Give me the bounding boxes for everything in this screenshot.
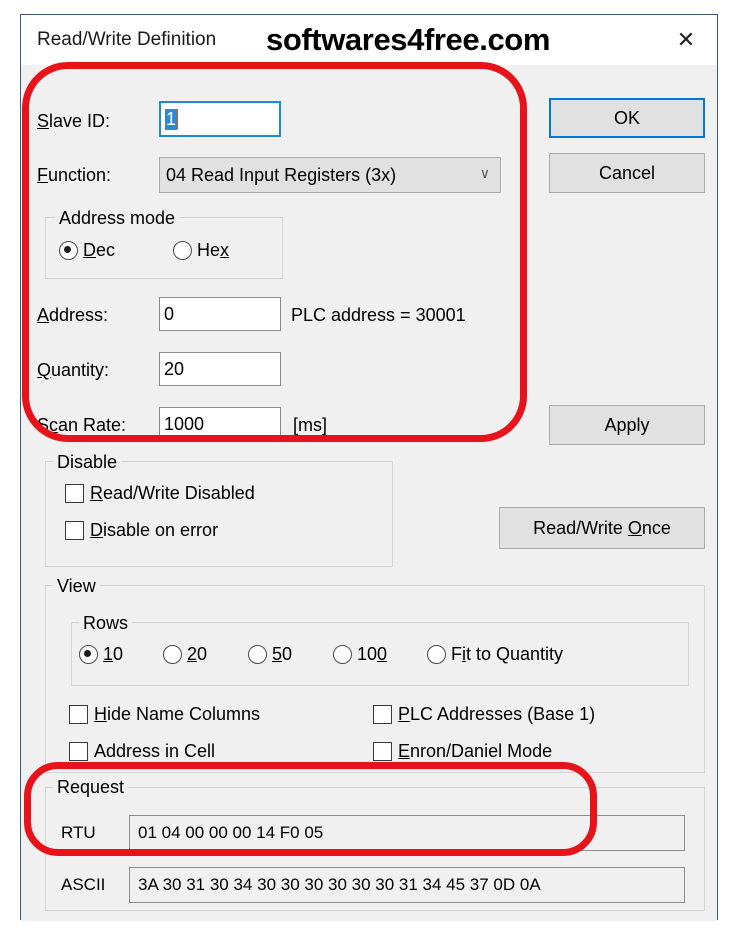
radio-dot-icon <box>163 645 182 664</box>
checkbox-plc-addresses-label: PLC Addresses (Base 1) <box>398 704 596 724</box>
radio-rows-10[interactable]: 10 <box>79 644 123 665</box>
read-write-once-button[interactable]: Read/Write Once <box>499 507 705 549</box>
radio-dot-icon <box>59 241 78 260</box>
scan-rate-input[interactable]: 1000 <box>159 407 281 441</box>
checkbox-disable-on-error-label: Disable on error <box>90 520 219 540</box>
checkbox-disable-on-error[interactable]: Disable on error <box>65 520 218 541</box>
disable-group-title: Disable <box>53 452 122 473</box>
checkbox-box-icon <box>69 705 88 724</box>
radio-rows-20-label: 20 <box>187 644 208 664</box>
slave-id-input[interactable]: 1 <box>159 101 281 137</box>
quantity-input[interactable]: 20 <box>159 352 281 386</box>
radio-rows-10-label: 10 <box>103 644 124 664</box>
radio-address-mode-dec[interactable]: Dec <box>59 240 115 261</box>
title-bar: Read/Write Definition softwares4free.com… <box>21 15 717 65</box>
radio-rows-20[interactable]: 20 <box>163 644 207 665</box>
function-select[interactable]: 04 Read Input Registers (3x) ∨ <box>159 157 501 193</box>
radio-rows-50-label: 50 <box>272 644 293 664</box>
radio-address-mode-hex[interactable]: Hex <box>173 240 229 261</box>
plc-address-hint: PLC address = 30001 <box>291 305 466 325</box>
rtu-field[interactable]: 01 04 00 00 00 14 F0 05 <box>129 815 685 851</box>
checkbox-address-in-cell[interactable]: Address in Cell <box>69 741 215 762</box>
slave-id-label: Slave ID: <box>37 111 111 131</box>
radio-rows-50[interactable]: 50 <box>248 644 292 665</box>
address-label: Address: <box>37 305 109 325</box>
address-mode-group-title: Address mode <box>55 208 180 229</box>
close-icon[interactable]: ✕ <box>663 23 709 57</box>
checkbox-plc-addresses[interactable]: PLC Addresses (Base 1) <box>373 704 595 725</box>
quantity-value: 20 <box>164 358 185 379</box>
scan-rate-label: Scan Rate: <box>37 415 127 435</box>
slave-id-value: 1 <box>165 108 178 130</box>
function-label: Function: <box>37 165 112 185</box>
watermark-text: softwares4free.com <box>266 22 550 57</box>
dialog-body: Slave ID: 1 Function: 04 Read Input Regi… <box>21 65 717 921</box>
checkbox-box-icon <box>69 742 88 761</box>
apply-button[interactable]: Apply <box>549 405 705 445</box>
function-selected-value: 04 Read Input Registers (3x) <box>166 164 397 185</box>
radio-rows-100-label: 100 <box>357 644 388 664</box>
radio-hex-label: Hex <box>197 240 230 260</box>
checkbox-box-icon <box>65 484 84 503</box>
radio-rows-100[interactable]: 100 <box>333 644 387 665</box>
rtu-value: 01 04 00 00 00 14 F0 05 <box>138 823 324 842</box>
radio-rows-fit-to-quantity[interactable]: Fit to Quantity <box>427 644 563 665</box>
radio-dot-icon <box>173 241 192 260</box>
checkbox-enron-daniel-mode[interactable]: Enron/Daniel Mode <box>373 741 552 762</box>
checkbox-read-write-disabled[interactable]: Read/Write Disabled <box>65 483 255 504</box>
read-write-once-label: Read/Write Once <box>533 517 671 538</box>
ascii-field[interactable]: 3A 30 31 30 34 30 30 30 30 30 30 31 34 4… <box>129 867 685 903</box>
quantity-label: Quantity: <box>37 360 110 380</box>
scan-rate-unit: [ms] <box>293 415 327 435</box>
request-group-title: Request <box>53 777 129 798</box>
ascii-label: ASCII <box>61 875 106 894</box>
rtu-label: RTU <box>61 823 96 842</box>
scan-rate-value: 1000 <box>164 413 205 434</box>
address-value: 0 <box>164 303 175 324</box>
checkbox-hide-name-columns[interactable]: Hide Name Columns <box>69 704 260 725</box>
checkbox-read-write-disabled-label: Read/Write Disabled <box>90 483 255 503</box>
chevron-down-icon: ∨ <box>479 164 490 181</box>
radio-dec-label: Dec <box>83 240 116 260</box>
checkbox-box-icon <box>373 705 392 724</box>
rows-group-title: Rows <box>79 613 133 634</box>
address-input[interactable]: 0 <box>159 297 281 331</box>
radio-dot-icon <box>248 645 267 664</box>
radio-dot-icon <box>79 645 98 664</box>
dialog-title: Read/Write Definition <box>37 29 217 50</box>
read-write-definition-dialog: Read/Write Definition softwares4free.com… <box>20 14 718 921</box>
checkbox-hide-name-columns-label: Hide Name Columns <box>94 704 261 724</box>
ascii-value: 3A 30 31 30 34 30 30 30 30 30 30 31 34 4… <box>138 875 541 894</box>
checkbox-address-in-cell-label: Address in Cell <box>94 741 216 761</box>
disable-group <box>45 461 393 567</box>
checkbox-enron-daniel-label: Enron/Daniel Mode <box>398 741 553 761</box>
ok-button[interactable]: OK <box>549 98 705 138</box>
radio-rows-fit-label: Fit to Quantity <box>451 644 564 664</box>
checkbox-box-icon <box>65 521 84 540</box>
checkbox-box-icon <box>373 742 392 761</box>
view-group-title: View <box>53 576 100 597</box>
radio-dot-icon <box>333 645 352 664</box>
cancel-button[interactable]: Cancel <box>549 153 705 193</box>
radio-dot-icon <box>427 645 446 664</box>
